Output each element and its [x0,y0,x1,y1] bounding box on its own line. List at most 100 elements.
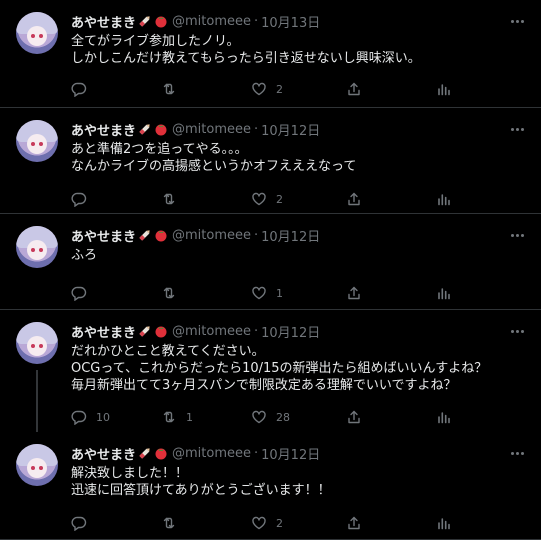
tweet-date[interactable]: 10月13日 [261,12,320,31]
tweet-actions: 2 [71,189,461,209]
tweet[interactable]: あやせまき @mitomeee · 10月12日 あと準備2つを追ってやる。。。… [0,108,541,214]
thread-connector-line [36,370,38,432]
share-button[interactable] [346,407,362,427]
retweet-button[interactable] [161,79,186,99]
retweet-button[interactable] [161,513,186,533]
retweet-icon [161,409,177,425]
retweet-icon [161,191,177,207]
avatar[interactable] [16,120,58,162]
display-name[interactable]: あやせまき [71,444,136,463]
tweet-text: 全てがライブ参加したノリ。 しかしこんだけ教えてもらったら引き返せないし興味深い。 [71,33,511,67]
avatar[interactable] [16,226,58,268]
separator-dot: · [254,121,259,137]
avatar[interactable] [16,322,58,364]
analytics-button[interactable] [436,189,452,209]
tomato-emoji-icon [154,122,168,136]
share-button[interactable] [346,283,362,303]
display-name[interactable]: あやせまき [71,12,136,31]
username-handle[interactable]: @mitomeee [172,446,251,461]
analytics-button[interactable] [436,79,452,99]
share-button[interactable] [346,513,362,533]
analytics-button[interactable] [436,513,452,533]
analytics-icon [436,409,452,425]
like-button[interactable]: 2 [251,79,283,99]
tweet-text-line: 全てがライブ参加したノリ。 [71,34,240,49]
reply-button[interactable] [71,283,96,303]
more-icon[interactable] [507,443,527,463]
more-icon[interactable] [507,11,527,31]
reply-icon [71,515,87,531]
tomato-emoji-icon [154,228,168,242]
analytics-icon [436,515,452,531]
avatar-eye [31,344,35,348]
username-handle[interactable]: @mitomeee [172,14,251,29]
share-button[interactable] [346,189,362,209]
tweet[interactable]: あやせまき @mitomeee · 10月13日 全てがライブ参加したノリ。 しか… [0,0,541,108]
more-icon[interactable] [507,119,527,139]
tweet-date[interactable]: 10月12日 [261,322,320,341]
tweet-header: あやせまき @mitomeee · 10月12日 [71,119,320,139]
username-handle[interactable]: @mitomeee [172,228,251,243]
avatar-eye [31,248,35,252]
tweet-text-line: ふろ [71,248,98,263]
tweet[interactable]: あやせまき @mitomeee · 10月12日 解決致しました！！ 迅速に回答頂… [0,432,541,540]
reply-icon [71,191,87,207]
tweet-actions: 10 1 28 [71,407,461,427]
retweet-button[interactable] [161,283,186,303]
tomato-emoji-icon [154,324,168,338]
display-name[interactable]: あやせまき [71,322,136,341]
avatar-eye [31,34,35,38]
tweet-actions: 2 [71,79,461,99]
like-icon [251,81,267,97]
reply-button[interactable] [71,189,96,209]
tomato-emoji-icon [154,14,168,28]
avatar-face [27,134,47,154]
tweet-date[interactable]: 10月12日 [261,444,320,463]
username-handle[interactable]: @mitomeee [172,324,251,339]
like-count: 28 [276,410,290,424]
avatar[interactable] [16,12,58,54]
like-icon [251,285,267,301]
reply-count: 10 [96,410,110,424]
more-icon[interactable] [507,225,527,245]
tweet-date[interactable]: 10月12日 [261,120,320,139]
analytics-button[interactable] [436,283,452,303]
retweet-button[interactable]: 1 [161,407,193,427]
tweet-actions: 2 [71,513,461,533]
avatar-face [27,336,47,356]
analytics-icon [436,285,452,301]
tweet-text-line: OCGって、これからだったら10/15の新弾出たら組めばいいんすよね？ [71,361,488,376]
tweet-header: あやせまき @mitomeee · 10月12日 [71,443,320,463]
reply-button[interactable] [71,79,96,99]
analytics-button[interactable] [436,407,452,427]
retweet-count: 1 [186,410,193,424]
more-icon[interactable] [507,321,527,341]
separator-dot: · [254,323,259,339]
username-handle[interactable]: @mitomeee [172,122,251,137]
tweet[interactable]: あやせまき @mitomeee · 10月12日 ふろ 1 [0,214,541,310]
retweet-icon [161,515,177,531]
pencil-emoji-icon [138,324,152,338]
share-button[interactable] [346,79,362,99]
reply-button[interactable]: 10 [71,407,110,427]
like-button[interactable]: 2 [251,189,283,209]
tweet[interactable]: あやせまき @mitomeee · 10月12日 だれかひとこと教えてください。… [0,310,541,432]
pencil-emoji-icon [138,122,152,136]
separator-dot: · [254,227,259,243]
tweet-header: あやせまき @mitomeee · 10月12日 [71,225,320,245]
reply-button[interactable] [71,513,96,533]
like-button[interactable]: 1 [251,283,283,303]
avatar[interactable] [16,444,58,486]
avatar-face [27,26,47,46]
like-button[interactable]: 2 [251,513,283,533]
tomato-emoji-icon [154,446,168,460]
tweet-text: あと準備2つを追ってやる。。。 なんかライブの高揚感というかオフえええなって [71,141,511,175]
tweet-date[interactable]: 10月12日 [261,226,320,245]
separator-dot: · [254,13,259,29]
pencil-emoji-icon [138,14,152,28]
like-icon [251,191,267,207]
display-name[interactable]: あやせまき [71,120,136,139]
like-button[interactable]: 28 [251,407,290,427]
retweet-button[interactable] [161,189,186,209]
display-name[interactable]: あやせまき [71,226,136,245]
